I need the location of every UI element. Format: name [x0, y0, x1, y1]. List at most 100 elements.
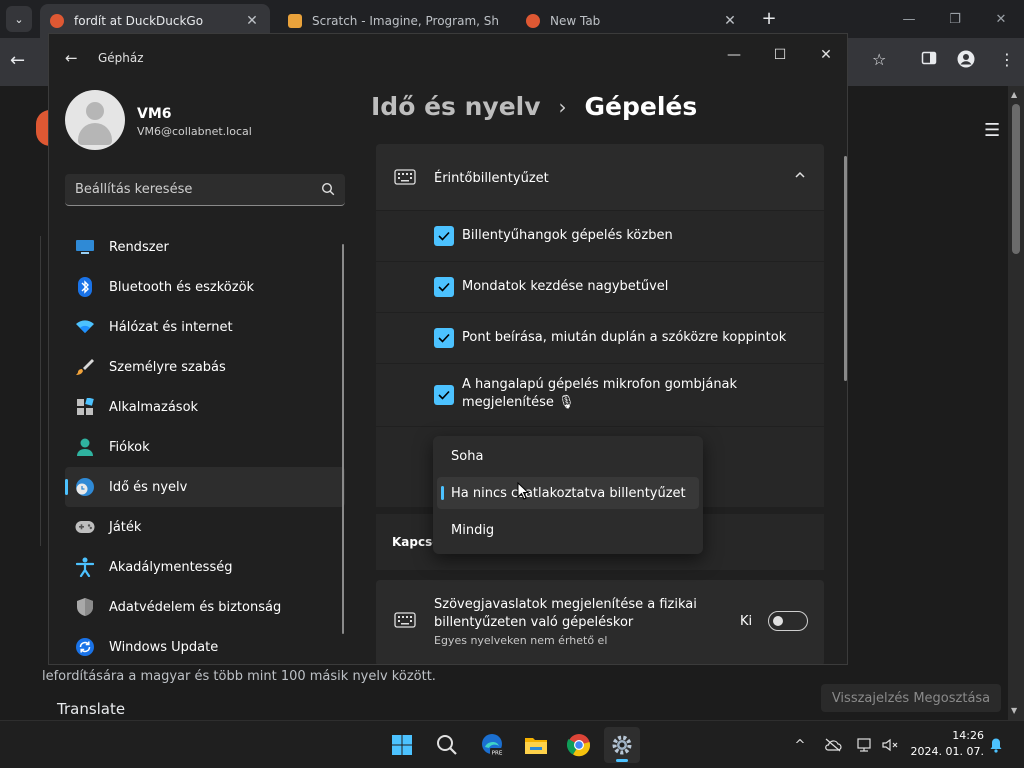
chevron-down-icon: ⌄	[14, 12, 24, 26]
checkbox-label: Billentyűhangok gépelés közben	[462, 228, 673, 243]
close-button[interactable]: ✕	[803, 40, 847, 70]
text-suggestions-title-line1: Szövegjavaslatok megjelenítése a fizikai	[434, 597, 697, 612]
back-arrow-icon[interactable]: ←	[10, 50, 25, 71]
notification-bell-icon[interactable]	[987, 736, 1005, 754]
breadcrumb-parent[interactable]: Idő és nyelv	[371, 92, 541, 121]
nav-item-accounts[interactable]: Fiókok	[65, 427, 345, 467]
settings-content: Érintőbillentyűzet Billentyűhangok gépel…	[376, 144, 824, 664]
network-icon[interactable]	[856, 736, 874, 754]
nav-item-network[interactable]: Hálózat és internet	[65, 307, 345, 347]
accessibility-icon	[75, 557, 95, 577]
dropdown-option-when-no-keyboard[interactable]: Ha nincs csatlakoztatva billentyűzet	[437, 477, 699, 509]
scroll-up-icon[interactable]: ▲	[1011, 90, 1017, 99]
breadcrumb: Idő és nyelv › Gépelés	[371, 92, 697, 121]
edge-dev-icon: PRE	[482, 734, 504, 757]
touch-keyboard-expander[interactable]: Érintőbillentyűzet	[376, 144, 824, 210]
nav-item-time-language[interactable]: Idő és nyelv	[65, 467, 345, 507]
taskbar-settings[interactable]	[604, 727, 640, 763]
settings-gear-icon	[612, 735, 632, 755]
nav-label: Idő és nyelv	[109, 479, 188, 495]
close-tab-icon[interactable]: ✕	[722, 13, 738, 29]
clock-date[interactable]: 2024. 01. 07.	[910, 745, 984, 758]
settings-window: ← Gépház — ☐ ✕ VM6 VM6@collabnet.local R…	[48, 33, 848, 665]
nav-item-gaming[interactable]: Játék	[65, 507, 345, 547]
clock-time[interactable]: 14:26	[938, 729, 984, 742]
start-button[interactable]	[384, 727, 420, 763]
bluetooth-icon	[75, 277, 95, 297]
content-scrollbar[interactable]	[844, 156, 847, 381]
user-name: VM6	[137, 106, 172, 122]
settings-search-box[interactable]	[65, 174, 345, 206]
scroll-down-icon[interactable]: ▼	[1011, 706, 1017, 715]
search-input[interactable]	[75, 174, 305, 205]
taskbar-file-explorer[interactable]	[518, 727, 554, 763]
nav-label: Bluetooth és eszközök	[109, 279, 255, 295]
page-description: lefordítására a magyar és több mint 100 …	[42, 669, 436, 684]
checkbox-checked-icon[interactable]	[434, 385, 454, 405]
checkbox-row-double-space-period[interactable]: Pont beírása, miután duplán a szóközre k…	[376, 313, 824, 363]
maximize-icon: ☐	[773, 47, 787, 63]
text-suggestions-toggle[interactable]	[768, 611, 808, 631]
nav-label: Hálózat és internet	[109, 319, 233, 335]
tray-chevron-up-icon[interactable]: ^	[791, 736, 809, 754]
nav-label: Akadálymentesség	[109, 559, 233, 575]
checkbox-checked-icon[interactable]	[434, 226, 454, 246]
nav-scrollbar[interactable]	[342, 244, 344, 634]
minimize-browser-button[interactable]: —	[886, 0, 932, 38]
checkbox-label-line1: A hangalapú gépelés mikrofon gombjának	[462, 377, 738, 392]
cloud-offline-icon[interactable]	[824, 736, 842, 754]
new-tab-button[interactable]: +	[758, 8, 780, 30]
dropdown-option-always[interactable]: Mindig	[437, 514, 699, 546]
user-email: VM6@collabnet.local	[137, 125, 252, 138]
checkbox-row-voice-typing[interactable]: A hangalapú gépelés mikrofon gombjának m…	[376, 364, 824, 426]
toggle-knob	[773, 616, 783, 626]
start-icon	[392, 735, 412, 755]
taskbar-search-button[interactable]	[429, 727, 465, 763]
keyboard-icon	[394, 169, 416, 185]
restore-browser-button[interactable]: ❐	[932, 0, 978, 38]
more-menu-icon[interactable]: ⋮	[999, 50, 1015, 69]
avatar-head	[86, 102, 104, 120]
nav-item-personalization[interactable]: Személyre szabás	[65, 347, 345, 387]
volume-muted-icon[interactable]	[881, 736, 899, 754]
hamburger-menu-icon[interactable]: ☰	[984, 120, 1000, 141]
profile-icon[interactable]	[957, 50, 975, 72]
search-icon	[437, 735, 457, 755]
apps-icon	[75, 397, 95, 417]
nav-item-apps[interactable]: Alkalmazások	[65, 387, 345, 427]
nav-item-system[interactable]: Rendszer	[65, 227, 345, 267]
mouse-cursor-icon	[517, 482, 529, 500]
tab-search-button[interactable]: ⌄	[6, 6, 32, 32]
page-scrollbar[interactable]: ▲ ▼	[1008, 86, 1024, 720]
checkbox-row-capitalize[interactable]: Mondatok kezdése nagybetűvel	[376, 262, 824, 312]
taskbar-chrome[interactable]	[561, 727, 597, 763]
account-icon	[75, 437, 95, 457]
dropdown-option-never[interactable]: Soha	[437, 440, 699, 472]
file-explorer-icon	[525, 738, 547, 754]
bookmark-star-icon[interactable]: ☆	[872, 50, 886, 69]
nav-item-windows-update[interactable]: Windows Update	[65, 627, 345, 664]
keyboard-show-dropdown-menu: Soha Ha nincs csatlakoztatva billentyűze…	[433, 436, 703, 554]
nav-item-privacy[interactable]: Adatvédelem és biztonság	[65, 587, 345, 627]
close-browser-button[interactable]: ✕	[978, 0, 1024, 38]
avatar[interactable]	[65, 90, 125, 150]
maximize-button[interactable]: ☐	[757, 40, 803, 70]
share-feedback-button[interactable]: Visszajelzés Megosztása	[821, 684, 1001, 712]
back-arrow-icon[interactable]: ←	[65, 49, 78, 67]
close-tab-icon[interactable]: ✕	[244, 13, 260, 29]
minimize-button[interactable]: —	[711, 40, 757, 70]
nav-item-accessibility[interactable]: Akadálymentesség	[65, 547, 345, 587]
checkbox-checked-icon[interactable]	[434, 328, 454, 348]
taskbar: PRE ^	[0, 720, 1024, 768]
close-icon: ✕	[995, 11, 1007, 27]
checkbox-row-key-sounds[interactable]: Billentyűhangok gépelés közben	[376, 211, 824, 261]
checkbox-checked-icon[interactable]	[434, 277, 454, 297]
chevron-up-icon[interactable]	[794, 169, 806, 181]
text-suggestions-subtitle: Egyes nyelveken nem érhető el	[434, 634, 608, 647]
taskbar-edge-dev[interactable]: PRE	[474, 727, 510, 763]
scrollbar-thumb[interactable]	[1012, 104, 1020, 254]
side-panel-icon[interactable]	[921, 50, 937, 70]
nav-label: Rendszer	[109, 239, 169, 255]
keyboard-icon	[394, 612, 416, 628]
nav-item-bluetooth[interactable]: Bluetooth és eszközök	[65, 267, 345, 307]
